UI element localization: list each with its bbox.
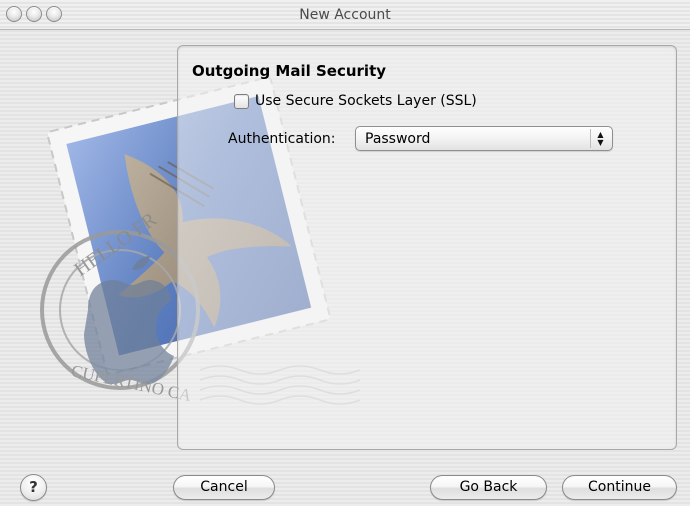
- section-title: Outgoing Mail Security: [192, 62, 387, 80]
- select-arrows-icon: ▲ ▼: [590, 129, 610, 148]
- ssl-checkbox[interactable]: [234, 93, 249, 109]
- help-button[interactable]: ?: [20, 474, 47, 501]
- window-title: New Account: [299, 7, 391, 23]
- ssl-option[interactable]: Use Secure Sockets Layer (SSL): [234, 92, 477, 110]
- settings-panel: Outgoing Mail Security Use Secure Socket…: [177, 45, 677, 450]
- ssl-checkbox-label[interactable]: Use Secure Sockets Layer (SSL): [255, 93, 477, 109]
- title-bar[interactable]: New Account: [0, 0, 690, 30]
- authentication-select[interactable]: Password ▲ ▼: [355, 126, 613, 151]
- new-account-window: New Account HELLO FR CUPERTINO CA Outgoi…: [0, 0, 690, 506]
- authentication-selected-value: Password: [365, 131, 431, 147]
- go-back-button[interactable]: Go Back: [430, 475, 547, 500]
- authentication-label: Authentication:: [228, 131, 336, 147]
- cancel-button[interactable]: Cancel: [173, 475, 275, 500]
- continue-button[interactable]: Continue: [562, 475, 677, 500]
